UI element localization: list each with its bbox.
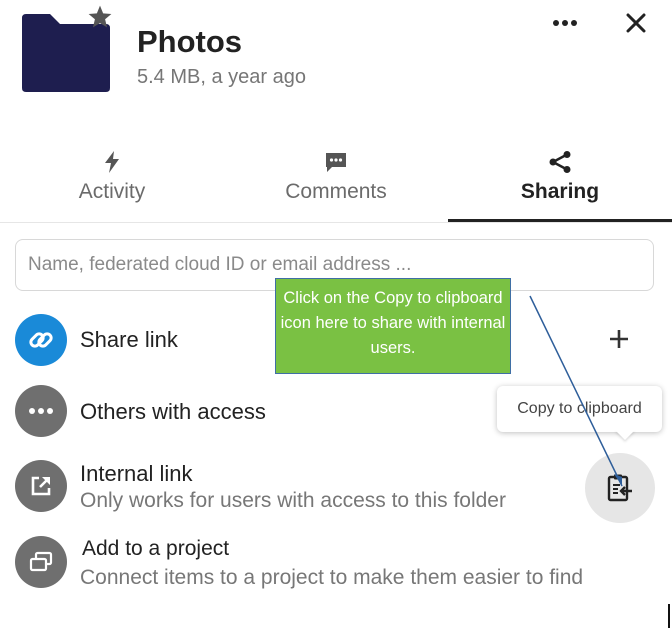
add-to-project-avatar bbox=[15, 536, 67, 588]
close-icon bbox=[626, 13, 646, 33]
others-with-access-label[interactable]: Others with access bbox=[80, 399, 266, 425]
internal-link-label: Internal link bbox=[80, 461, 193, 486]
clipboard-icon bbox=[607, 474, 632, 502]
file-title: Photos bbox=[137, 24, 243, 59]
tab-comments[interactable]: Comments bbox=[224, 140, 448, 222]
more-horizontal-icon bbox=[29, 408, 53, 414]
link-icon bbox=[29, 332, 53, 348]
tooltip-arrow bbox=[615, 430, 635, 440]
others-with-access-avatar bbox=[15, 385, 67, 437]
external-link-icon bbox=[31, 476, 51, 496]
favorite-star-icon[interactable] bbox=[86, 4, 114, 30]
internal-link-description: Only works for users with access to this… bbox=[80, 489, 506, 512]
sidebar-tabs: Activity Comments Sharing bbox=[0, 140, 672, 223]
text-cursor bbox=[668, 604, 670, 628]
tab-activity[interactable]: Activity bbox=[0, 140, 224, 222]
lightning-icon bbox=[105, 151, 119, 173]
add-share-link-button[interactable] bbox=[602, 322, 636, 356]
more-actions-button[interactable] bbox=[548, 8, 582, 38]
plus-icon bbox=[610, 330, 628, 348]
tab-sharing[interactable]: Sharing bbox=[448, 140, 672, 222]
file-subtitle: 5.4 MB, a year ago bbox=[137, 66, 306, 88]
copy-tooltip: Copy to clipboard bbox=[497, 386, 662, 432]
share-icon bbox=[549, 151, 571, 173]
more-horizontal-icon bbox=[553, 20, 577, 26]
tab-label: Comments bbox=[285, 180, 387, 203]
instruction-callout: Click on the Copy to clipboard icon here… bbox=[275, 278, 511, 374]
share-link-label[interactable]: Share link bbox=[80, 327, 178, 353]
tab-label: Sharing bbox=[520, 180, 600, 203]
tab-label: Activity bbox=[78, 180, 146, 203]
add-to-project-label[interactable]: Add to a project bbox=[82, 537, 229, 561]
close-button[interactable] bbox=[619, 6, 653, 40]
copy-to-clipboard-button[interactable] bbox=[585, 453, 655, 523]
share-link-avatar bbox=[15, 314, 67, 366]
add-to-project-description: Connect items to a project to make them … bbox=[80, 566, 584, 589]
comment-icon bbox=[326, 153, 346, 172]
internal-link-avatar bbox=[15, 460, 67, 512]
project-icon bbox=[29, 551, 53, 572]
